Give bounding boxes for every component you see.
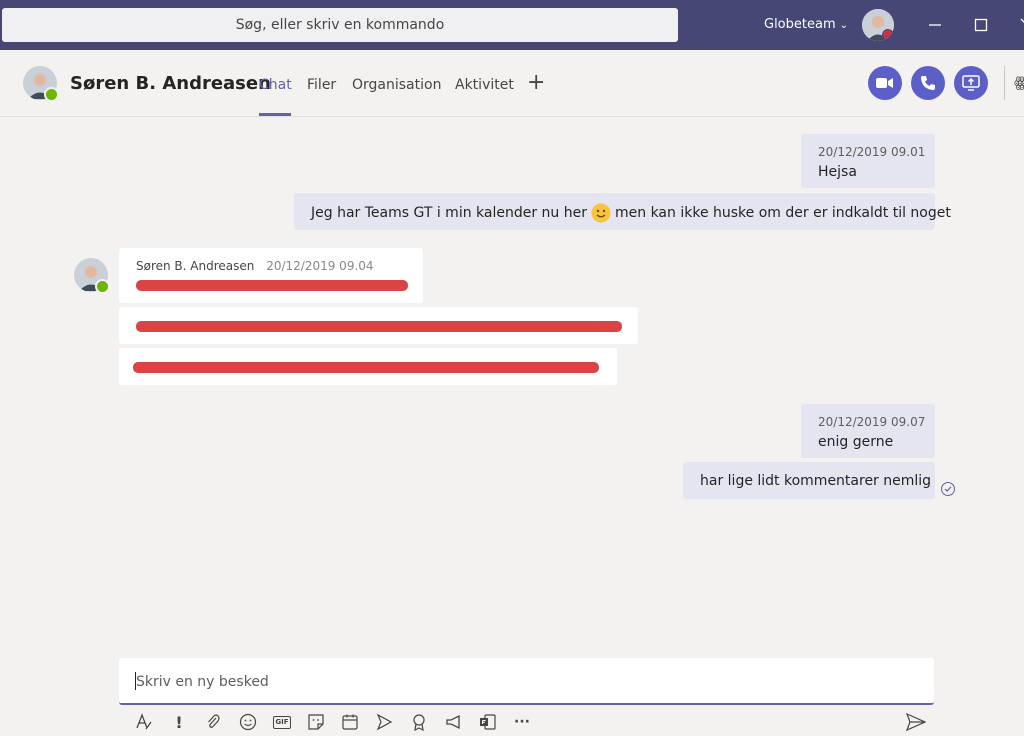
- share-screen-button[interactable]: [954, 66, 988, 100]
- send-button[interactable]: [906, 712, 926, 732]
- compose-placeholder: Skriv en ny besked: [136, 674, 269, 690]
- plus-icon: +: [527, 70, 546, 95]
- audio-call-button[interactable]: [911, 66, 945, 100]
- tab-organisation[interactable]: Organisation: [352, 77, 441, 93]
- schedule-meeting-button[interactable]: [340, 712, 360, 732]
- org-name: Globeteam: [764, 17, 836, 32]
- more-horizontal-icon: ···: [514, 714, 530, 730]
- search-placeholder: Søg, eller skriv en kommando: [235, 17, 445, 33]
- send-icon: [906, 713, 926, 731]
- chevron-down-icon: ⌄: [839, 20, 849, 31]
- megaphone-icon: [446, 714, 460, 730]
- message-text-part: Jeg har Teams GT i min kalender nu her: [311, 205, 587, 221]
- message-text-part: men kan ikke huske om der er indkaldt ti…: [615, 205, 951, 221]
- add-tab-button[interactable]: +: [527, 70, 545, 95]
- video-camera-icon: [876, 78, 893, 88]
- message-other[interactable]: [119, 348, 617, 385]
- chat-header: Søren B. Andreasen Chat Filer Organisati…: [0, 50, 1024, 117]
- contact-avatar[interactable]: [23, 66, 59, 102]
- minimize-button[interactable]: [920, 10, 950, 40]
- contact-name: Søren B. Andreasen: [70, 73, 271, 94]
- share-screen-icon: [962, 75, 980, 91]
- smiley-emoji-icon: [591, 203, 611, 223]
- priority-button[interactable]: !: [169, 712, 189, 732]
- message-own[interactable]: har lige lidt kommentarer nemlig: [683, 462, 935, 499]
- attach-button[interactable]: [203, 712, 223, 732]
- participants-icon[interactable]: ꙮ: [1014, 75, 1024, 91]
- message-text: Jeg har Teams GT i min kalender nu her m…: [311, 203, 951, 223]
- maximize-button[interactable]: [966, 10, 996, 40]
- exclamation-icon: !: [175, 712, 183, 732]
- tab-chat[interactable]: Chat: [259, 77, 292, 93]
- message-other[interactable]: Søren B. Andreasen 20/12/2019 09.04: [119, 248, 423, 303]
- user-avatar[interactable]: [862, 9, 894, 41]
- emoji-button[interactable]: [238, 712, 258, 732]
- close-button[interactable]: [1012, 10, 1024, 40]
- available-status-icon: [95, 279, 110, 294]
- message-sender: Søren B. Andreasen: [136, 259, 255, 273]
- praise-medal-icon: [413, 714, 425, 731]
- tab-activity[interactable]: Aktivitet: [455, 77, 514, 93]
- gif-button[interactable]: GIF: [272, 712, 292, 732]
- redaction-mark: [136, 321, 622, 332]
- message-own[interactable]: Jeg har Teams GT i min kalender nu her m…: [294, 193, 951, 230]
- redaction-mark: [133, 362, 599, 373]
- org-switcher[interactable]: Globeteam ⌄: [764, 17, 848, 32]
- maximize-icon: [974, 18, 988, 32]
- message-meta: Søren B. Andreasen 20/12/2019 09.04: [136, 259, 374, 273]
- calendar-icon: [342, 714, 358, 730]
- title-bar: Søg, eller skriv en kommando Globeteam ⌄: [0, 0, 1024, 50]
- message-text: enig gerne: [818, 434, 894, 450]
- polly-button[interactable]: [444, 712, 464, 732]
- video-call-button[interactable]: [868, 66, 902, 100]
- minimize-icon: [929, 24, 941, 26]
- stream-play-icon: [376, 713, 393, 731]
- sender-avatar[interactable]: [74, 258, 110, 294]
- format-button[interactable]: [134, 712, 154, 732]
- close-icon: [1020, 18, 1024, 23]
- header-divider: [1004, 66, 1005, 100]
- phone-icon: [921, 76, 935, 90]
- paperclip-icon: [208, 714, 220, 728]
- message-text: har lige lidt kommentarer nemlig: [700, 473, 932, 489]
- available-status-icon: [44, 87, 59, 102]
- message-text: Hejsa: [818, 164, 857, 180]
- forms-app-icon: [480, 714, 496, 730]
- sticker-button[interactable]: [306, 712, 326, 732]
- tab-files[interactable]: Filer: [307, 77, 336, 93]
- format-text-icon: [136, 713, 152, 730]
- forms-button[interactable]: [478, 712, 498, 732]
- sticker-icon: [308, 714, 324, 730]
- message-own[interactable]: 20/12/2019 09.07 enig gerne: [801, 404, 935, 458]
- checkmark-icon: [944, 486, 952, 492]
- message-timestamp: 20/12/2019 09.04: [266, 259, 374, 273]
- message-own[interactable]: 20/12/2019 09.01 Hejsa: [801, 134, 935, 188]
- message-timestamp: 20/12/2019 09.07: [818, 415, 926, 429]
- more-options-button[interactable]: ···: [512, 712, 532, 732]
- gif-icon: GIF: [273, 715, 291, 729]
- search-input[interactable]: Søg, eller skriv en kommando: [2, 8, 678, 42]
- message-other[interactable]: [119, 307, 638, 344]
- stream-button[interactable]: [374, 712, 394, 732]
- busy-status-icon: [882, 29, 894, 41]
- redaction-mark: [136, 280, 408, 291]
- active-tab-indicator: [259, 113, 291, 116]
- emoji-icon: [239, 713, 257, 731]
- compose-message-input[interactable]: Skriv en ny besked: [119, 658, 934, 705]
- message-timestamp: 20/12/2019 09.01: [818, 145, 926, 159]
- praise-button[interactable]: [409, 712, 429, 732]
- read-receipt-icon: [941, 482, 955, 496]
